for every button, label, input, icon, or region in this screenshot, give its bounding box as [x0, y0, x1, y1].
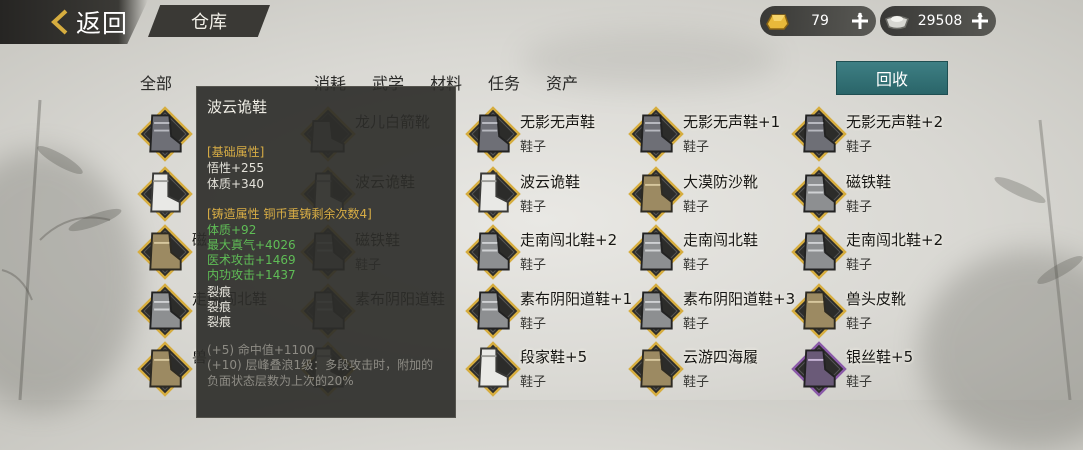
grey-boot-icon: [137, 283, 193, 339]
item-slot[interactable]: 素布阴阳道鞋+3 鞋子: [628, 281, 795, 339]
purple-boot-icon: [791, 341, 847, 397]
grey-boot-icon: [628, 224, 684, 280]
tooltip-base-stat: 体质+340: [207, 177, 264, 191]
item-slot[interactable]: 无影无声鞋 鞋子: [465, 104, 625, 162]
silver-value: 29508: [917, 13, 963, 29]
tooltip-extra-skill: (+10) 层峰叠浪1级：多段攻击时，附加的负面状态层数为上次的20%: [207, 358, 434, 388]
item-slot[interactable]: 走南闯北鞋 鞋子: [628, 222, 788, 280]
item-type: 鞋子: [846, 317, 873, 332]
grey-boot-icon: [791, 166, 847, 222]
tooltip-base-header: [基础属性]: [207, 145, 265, 159]
tooltip-base-stat: 悟性+255: [207, 161, 264, 175]
desert-boot-icon: [137, 341, 193, 397]
item-type: 鞋子: [683, 317, 710, 332]
recycle-label: 回收: [875, 70, 908, 89]
item-type: 鞋子: [520, 258, 547, 273]
item-type: 鞋子: [683, 200, 710, 215]
white-boot-icon: [465, 341, 521, 397]
item-tooltip: 波云诡鞋 [基础属性] 悟性+255 体质+340 [铸造属性 铜币重铸剩余次数…: [196, 86, 456, 418]
item-slot[interactable]: 大漠防沙靴 鞋子: [628, 164, 788, 222]
tab-assets[interactable]: 资产: [546, 70, 604, 94]
armored-boot-icon: [791, 106, 847, 162]
armored-boot-icon: [137, 106, 193, 162]
item-name: 素布阴阳道鞋+1: [520, 290, 633, 308]
grey-boot-icon: [465, 283, 521, 339]
back-arrow-icon: [51, 9, 68, 35]
tooltip-title: 波云诡鞋: [207, 98, 268, 116]
silver-ingot-icon: [885, 15, 909, 30]
item-slot[interactable]: 无影无声鞋+1 鞋子: [628, 104, 788, 162]
desert-boot-icon: [791, 283, 847, 339]
item-slot[interactable]: 走南闯北鞋+2 鞋子: [465, 222, 625, 280]
gold-ingot-icon: [766, 14, 789, 30]
grey-boot-icon: [465, 224, 521, 280]
grey-boot-icon: [628, 283, 684, 339]
item-type: 鞋子: [520, 375, 547, 390]
item-slot[interactable]: 兽头皮靴 鞋子: [791, 281, 951, 339]
item-slot[interactable]: 磁铁鞋鞋子: [791, 164, 951, 222]
item-type: 鞋子: [683, 258, 710, 273]
item-slot[interactable]: 素布阴阳道鞋+1 鞋子: [465, 281, 632, 339]
desert-boot-icon: [137, 224, 193, 280]
item-slot[interactable]: 银丝鞋+5 鞋子: [791, 339, 951, 397]
tooltip-forge-header: [铸造属性 铜币重铸剩余次数4]: [207, 207, 372, 221]
tab-quest[interactable]: 任务: [488, 70, 546, 94]
item-name: 波云诡鞋: [520, 173, 581, 191]
gold-value: 79: [811, 13, 829, 29]
item-name: 无影无声鞋+2: [846, 113, 944, 131]
item-name: 素布阴阳道鞋+3: [683, 290, 796, 308]
item-type: 鞋子: [683, 375, 710, 390]
armored-boot-icon: [628, 106, 684, 162]
item-type: 鞋子: [683, 140, 710, 155]
item-name: 兽头皮靴: [846, 290, 907, 308]
white-boot-icon: [137, 166, 193, 222]
item-slot[interactable]: 走南闯北鞋+2 鞋子: [791, 222, 951, 280]
item-name: 段家鞋+5: [520, 348, 588, 366]
top-bar: 返回 仓库 79 29508: [0, 0, 1083, 46]
back-label: 返回: [76, 9, 129, 38]
bamboo-decoration: [994, 119, 1083, 400]
item-name: 银丝鞋+5: [846, 348, 914, 366]
grey-boot-icon: [791, 224, 847, 280]
item-type: 鞋子: [520, 140, 547, 155]
item-type: 鞋子: [846, 140, 873, 155]
item-name: 磁铁鞋: [846, 173, 892, 191]
item-name: 走南闯北鞋+2: [520, 231, 618, 249]
armored-boot-icon: [465, 106, 521, 162]
tooltip-forge-stat: 内功攻击+1437: [207, 268, 296, 282]
item-type: 鞋子: [846, 200, 873, 215]
item-name: 走南闯北鞋+2: [846, 231, 944, 249]
item-type: 鞋子: [520, 200, 547, 215]
gold-currency: 79: [760, 6, 876, 36]
recycle-button[interactable]: 回收: [836, 61, 948, 95]
item-name: 无影无声鞋: [520, 113, 596, 131]
add-silver-icon[interactable]: [970, 11, 990, 31]
item-type: 鞋子: [846, 258, 873, 273]
item-name: 走南闯北鞋: [683, 231, 759, 249]
desert-boot-icon: [628, 166, 684, 222]
item-name: 无影无声鞋+1: [683, 113, 781, 131]
white-boot-icon: [465, 166, 521, 222]
page-title-text: 仓库: [191, 12, 227, 33]
silver-currency: 29508: [880, 6, 996, 36]
tooltip-crack: 裂痕: [207, 315, 232, 329]
item-type: 鞋子: [520, 317, 547, 332]
item-name: 大漠防沙靴: [683, 173, 759, 191]
tab-all[interactable]: 全部: [140, 70, 198, 94]
bamboo-decoration: [1, 99, 122, 400]
add-gold-icon[interactable]: [850, 11, 870, 31]
item-slot[interactable]: 段家鞋+5 鞋子: [465, 339, 625, 397]
page-title: 仓库: [148, 5, 270, 37]
back-button[interactable]: 返回: [0, 0, 148, 44]
item-name: 云游四海履: [683, 348, 759, 366]
item-type: 鞋子: [846, 375, 873, 390]
item-slot[interactable]: 波云诡鞋 鞋子: [465, 164, 625, 222]
desert-boot-icon: [628, 341, 684, 397]
item-slot[interactable]: 无影无声鞋+2 鞋子: [791, 104, 951, 162]
tooltip-extra-stat: (+5) 命中值+1100: [207, 343, 315, 357]
item-slot[interactable]: 云游四海履 鞋子: [628, 339, 788, 397]
